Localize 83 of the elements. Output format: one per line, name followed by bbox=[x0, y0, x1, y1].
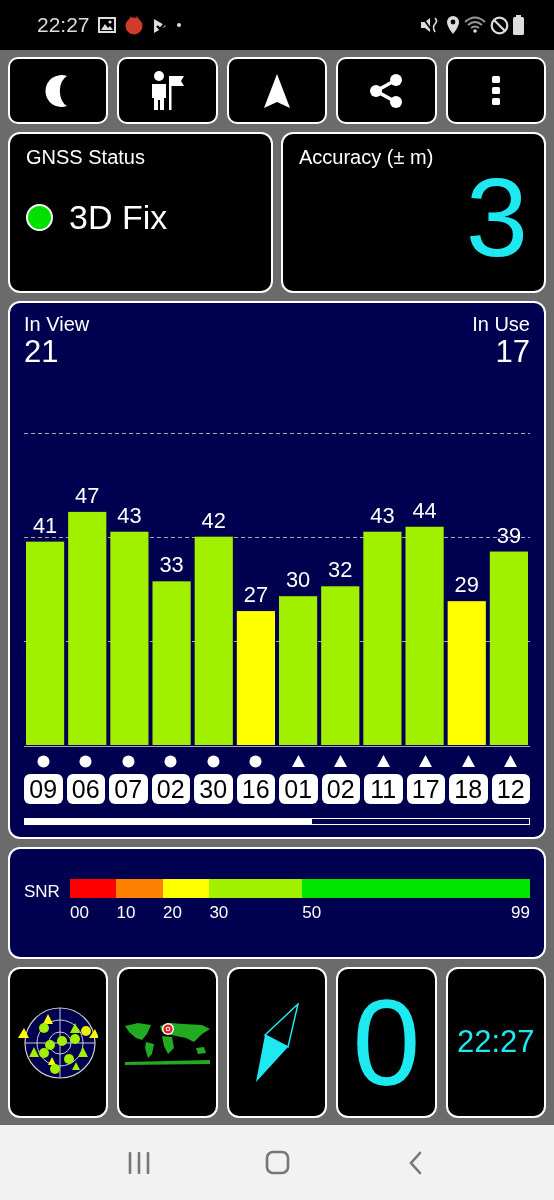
satellite-id-label: 18 bbox=[449, 774, 488, 805]
dashboard-tile[interactable] bbox=[8, 967, 109, 1118]
more-options-icon bbox=[490, 75, 501, 106]
satellite-id-label: 02 bbox=[321, 774, 360, 805]
snr-scale-label: 30 bbox=[209, 902, 229, 924]
panel-title: GNSS Status bbox=[26, 146, 146, 168]
bar-value-label: 41 bbox=[32, 512, 58, 538]
toolbar-button[interactable] bbox=[445, 57, 546, 124]
bar-value-label: 42 bbox=[201, 507, 226, 533]
circle-marker-icon bbox=[249, 754, 263, 768]
satellite-id-label: 01 bbox=[279, 774, 318, 805]
toolbar-button[interactable] bbox=[336, 57, 437, 124]
circle-marker-icon bbox=[36, 754, 50, 768]
status-time: 22:27 bbox=[37, 12, 90, 39]
triangle-marker-icon bbox=[419, 755, 433, 768]
toolbar-button[interactable] bbox=[8, 57, 109, 124]
satellite-id-label: 17 bbox=[406, 774, 445, 805]
wifi-icon bbox=[464, 16, 486, 34]
bar-value-label: 30 bbox=[285, 567, 311, 593]
bar-value-label: 43 bbox=[370, 502, 395, 528]
person-with-flag-icon bbox=[149, 69, 186, 112]
circle-marker-icon bbox=[164, 754, 178, 768]
recent-apps-icon[interactable] bbox=[127, 1151, 151, 1174]
circle-marker-icon bbox=[121, 754, 135, 768]
image-icon bbox=[97, 17, 116, 33]
panel-title: Accuracy (± m) bbox=[299, 146, 435, 168]
satellite-id-label: 09 bbox=[24, 774, 63, 805]
check-icon bbox=[151, 16, 169, 34]
fix-status: 3D Fix bbox=[69, 197, 168, 238]
triangle-marker-icon bbox=[291, 755, 305, 768]
in-view-count: 21 bbox=[24, 335, 60, 370]
in-use-label: In Use bbox=[472, 313, 530, 335]
snr-scale-label: 10 bbox=[116, 902, 136, 924]
dashboard-tile[interactable]: 22:27 bbox=[445, 967, 546, 1118]
snr-label: SNR bbox=[24, 881, 61, 903]
triangle-marker-icon bbox=[504, 755, 518, 768]
scroll-thumb[interactable] bbox=[25, 819, 313, 824]
toolbar-button[interactable] bbox=[226, 57, 328, 124]
satellite-id-label: 06 bbox=[66, 774, 105, 805]
accuracy-value: 3 bbox=[465, 168, 528, 269]
blocked-icon bbox=[490, 15, 509, 35]
snr-scale-label: 00 bbox=[70, 902, 89, 924]
triangle-marker-icon bbox=[334, 755, 348, 768]
scroll-track[interactable] bbox=[24, 818, 530, 825]
bar-value-label: 44 bbox=[412, 497, 437, 523]
home-icon[interactable] bbox=[264, 1150, 290, 1175]
bar-value-label: 27 bbox=[243, 582, 269, 608]
dashboard-tile[interactable]: 0 bbox=[336, 967, 437, 1118]
snr-scale-label: 99 bbox=[511, 902, 530, 924]
satellite-id-label: 16 bbox=[236, 774, 275, 805]
circle-marker-icon bbox=[79, 754, 93, 768]
compass-needle-icon bbox=[254, 1002, 300, 1083]
back-icon[interactable] bbox=[408, 1150, 422, 1175]
dashboard-tile[interactable] bbox=[226, 967, 328, 1118]
dot-icon bbox=[176, 23, 181, 27]
toolbar-button[interactable] bbox=[117, 57, 218, 124]
app-notification-icon bbox=[123, 15, 144, 35]
triangle-marker-icon bbox=[376, 755, 390, 768]
bar-value-label: 43 bbox=[117, 502, 142, 528]
bar-value-label: 47 bbox=[75, 482, 100, 508]
bar-value-label: 29 bbox=[454, 572, 479, 598]
in-view-label: In View bbox=[24, 313, 90, 335]
speed-value: 0 bbox=[352, 981, 421, 1104]
dashboard-tile[interactable] bbox=[117, 967, 218, 1118]
in-use-count: 17 bbox=[495, 335, 530, 370]
bar-value-label: 39 bbox=[496, 522, 522, 548]
satellite-id-label: 30 bbox=[194, 774, 233, 805]
fix-status-dot bbox=[26, 204, 53, 231]
clock-time: 22:27 bbox=[457, 1023, 535, 1062]
location-icon bbox=[446, 15, 460, 35]
satellite-id-label: 11 bbox=[364, 774, 403, 805]
satellite-id-label: 07 bbox=[109, 774, 148, 805]
share-icon bbox=[369, 72, 404, 109]
battery-icon bbox=[513, 15, 524, 35]
bar-value-label: 32 bbox=[328, 557, 353, 583]
circle-marker-icon bbox=[206, 754, 220, 768]
satellite-id-label: 02 bbox=[151, 774, 190, 805]
triangle-marker-icon bbox=[461, 755, 475, 768]
satellite-id-label: 12 bbox=[491, 774, 530, 805]
snr-scale-label: 50 bbox=[302, 902, 322, 924]
navigation-arrow-icon bbox=[263, 72, 291, 109]
bar-value-label: 33 bbox=[159, 552, 184, 578]
snr-scale-label: 20 bbox=[162, 902, 182, 924]
